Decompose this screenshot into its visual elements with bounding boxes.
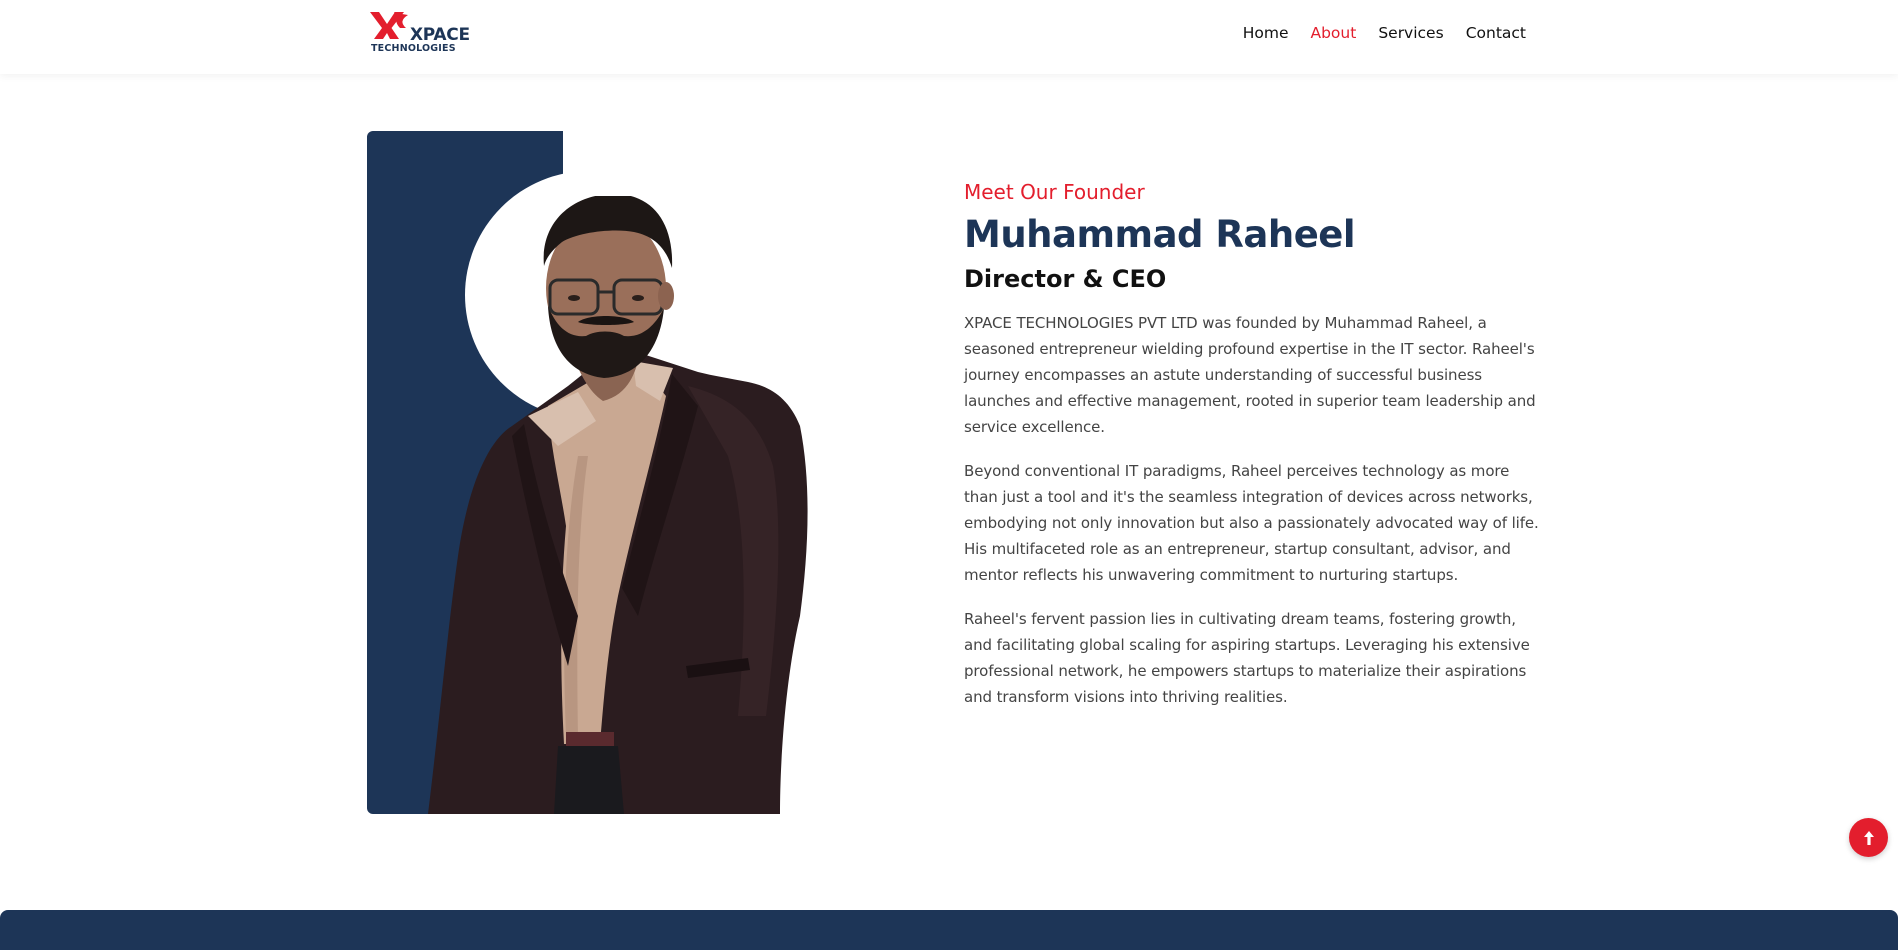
logo-wordmark: XPACE <box>410 25 470 45</box>
site-header: XPACE TECHNOLOGIES Home About Services C… <box>0 0 1898 74</box>
nav-item-home[interactable]: Home <box>1243 23 1289 43</box>
founder-portrait <box>428 196 808 814</box>
footer-band <box>0 910 1898 950</box>
founder-role: Director & CEO <box>964 265 1167 293</box>
bio-paragraph-2: Beyond conventional IT paradigms, Raheel… <box>964 462 1539 584</box>
section-eyebrow: Meet Our Founder <box>964 180 1145 204</box>
bio-paragraph-3: Raheel's fervent passion lies in cultiva… <box>964 610 1530 706</box>
main-nav: Home About Services Contact <box>1243 23 1526 43</box>
company-logo[interactable]: XPACE TECHNOLOGIES <box>370 12 474 56</box>
bio-paragraph-1: XPACE TECHNOLOGIES PVT LTD was founded b… <box>964 314 1536 436</box>
nav-item-contact[interactable]: Contact <box>1466 23 1526 43</box>
nav-item-about[interactable]: About <box>1310 23 1356 43</box>
logo-mark-icon <box>370 12 408 39</box>
scroll-to-top-button[interactable] <box>1849 818 1888 857</box>
logo-subtitle: TECHNOLOGIES <box>371 43 456 54</box>
nav-item-services[interactable]: Services <box>1378 23 1443 43</box>
arrow-up-icon <box>1863 830 1874 845</box>
founder-name: Muhammad Raheel <box>964 213 1356 256</box>
founder-content: Meet Our Founder Muhammad Raheel Directo… <box>964 176 1544 710</box>
